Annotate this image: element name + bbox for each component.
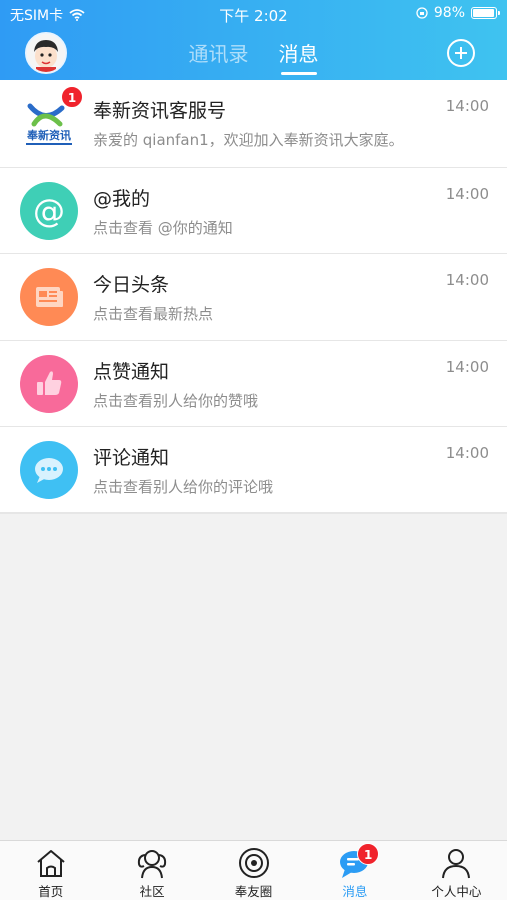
list-divider	[0, 512, 507, 514]
list-item[interactable]: 今日头条 点击查看最新热点 14:00	[0, 253, 507, 340]
tab-label: 奉友圈	[234, 884, 273, 899]
message-subtitle: 点击查看别人给你的评论哦	[93, 478, 274, 496]
home-icon	[37, 850, 65, 877]
tab-label: 社区	[139, 884, 165, 899]
tab-label: 消息	[342, 884, 368, 899]
circle-camera-icon	[238, 848, 269, 878]
add-button[interactable]	[447, 39, 475, 67]
message-time: 14:00	[445, 444, 489, 462]
message-subtitle: 点击查看最新热点	[93, 305, 214, 323]
message-title: 评论通知	[93, 447, 170, 469]
tab-messages[interactable]: 消息	[279, 38, 319, 75]
message-title: 点赞通知	[93, 360, 170, 383]
logo-text: 奉新资讯	[26, 128, 71, 142]
orientation-lock-icon	[416, 7, 428, 19]
list-item[interactable]: 评论通知 点击查看别人给你的评论哦 14:00	[0, 426, 507, 513]
tab-profile[interactable]: 个人中心	[406, 841, 507, 900]
tab-label: 个人中心	[431, 884, 482, 899]
battery-percent: 98%	[433, 5, 465, 21]
tab-community[interactable]: 社区	[101, 841, 202, 900]
message-title: 今日头条	[93, 274, 170, 296]
battery-icon	[471, 7, 500, 19]
community-icon	[137, 850, 167, 879]
at-icon: @	[20, 181, 78, 240]
chat-bubble-icon	[20, 441, 78, 499]
thumbs-up-icon	[20, 354, 78, 413]
list-item[interactable]: 点赞通知 点击查看别人给你的赞哦 14:00	[0, 339, 507, 427]
message-title: @我的	[93, 187, 151, 210]
tab-home[interactable]: 首页	[0, 841, 101, 900]
list-item[interactable]: @ @我的 点击查看 @你的通知 14:00	[0, 166, 507, 254]
tab-badge: 1	[357, 843, 380, 865]
tab-friends-circle[interactable]: 奉友圈	[203, 841, 304, 900]
newspaper-icon	[20, 268, 78, 326]
message-list: 奉新资讯 1 奉新资讯客服号 亲爱的 qianfan1，欢迎加入奉新资讯大家庭。…	[0, 80, 507, 513]
message-time: 14:00	[445, 357, 489, 376]
status-bar: 无SIM卡 下午 2:02 98%	[0, 0, 507, 28]
message-subtitle: 点击查看别人给你的赞哦	[93, 391, 259, 410]
message-time: 14:00	[445, 97, 489, 115]
unread-badge: 1	[61, 86, 83, 108]
list-item[interactable]: 奉新资讯 1 奉新资讯客服号 亲爱的 qianfan1，欢迎加入奉新资讯大家庭。…	[0, 80, 507, 167]
tab-label: 首页	[38, 884, 64, 899]
message-title: 奉新资讯客服号	[93, 100, 227, 122]
svg-text:@: @	[33, 192, 65, 230]
tab-contacts[interactable]: 通讯录	[189, 38, 249, 75]
message-subtitle: 亲爱的 qianfan1，欢迎加入奉新资讯大家庭。	[93, 131, 404, 149]
message-time: 14:00	[445, 184, 489, 203]
bottom-tab-bar: 首页 社区 奉友圈 1 消息 个人中心	[0, 840, 507, 900]
message-subtitle: 点击查看 @你的通知	[93, 218, 233, 237]
tab-messages-bottom[interactable]: 1 消息	[304, 841, 405, 900]
header-tabs: 通讯录 消息	[0, 38, 507, 75]
message-time: 14:00	[445, 271, 489, 289]
app-header: 无SIM卡 下午 2:02 98% 通讯录 消息	[0, 0, 507, 80]
person-icon	[442, 849, 471, 879]
